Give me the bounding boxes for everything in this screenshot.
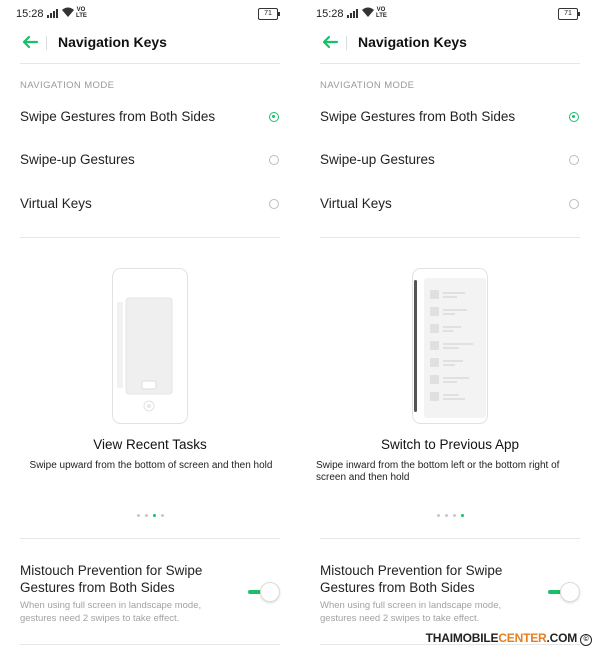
page-dot <box>160 514 164 517</box>
illustration-caption: View Recent Tasks <box>93 437 207 452</box>
header-divider <box>320 63 580 64</box>
radio-unselected[interactable] <box>269 155 279 165</box>
illustration-description: Swipe inward from the bottom left or the… <box>316 460 560 483</box>
mistouch-title: Mistouch Prevention for Swipe Gestures f… <box>320 563 503 595</box>
page-title: Navigation Keys <box>58 34 167 50</box>
option-swipe-up[interactable]: Swipe-up Gestures <box>0 140 300 180</box>
option-label: Swipe-up Gestures <box>20 152 135 167</box>
illustration-description: Swipe upward from the bottom of screen a… <box>29 460 273 471</box>
copyright-icon: © <box>580 634 592 646</box>
toggle-knob <box>260 582 280 602</box>
top-bar: Navigation Keys <box>300 28 600 58</box>
page-dot <box>444 514 448 517</box>
radio-selected[interactable] <box>269 112 279 122</box>
status-time: 15:28 <box>316 8 344 20</box>
screen-right: 15:28 VO LTE 71 Navigation Keys NAVIGATI… <box>300 0 600 650</box>
option-swipe-both-sides[interactable]: Swipe Gestures from Both Sides <box>300 97 600 137</box>
signal-icon <box>47 9 58 18</box>
page-dot <box>452 514 456 517</box>
mistouch-toggle[interactable] <box>248 582 280 602</box>
mistouch-divider <box>20 538 280 539</box>
watermark-part3: .COM <box>546 631 577 645</box>
mistouch-description: When using full screen in landscape mode… <box>20 600 202 624</box>
mistouch-divider <box>320 538 580 539</box>
option-swipe-up[interactable]: Swipe-up Gestures <box>300 140 600 180</box>
option-label: Swipe Gestures from Both Sides <box>20 109 216 124</box>
page-indicator <box>300 514 600 520</box>
screen-left: 15:28 VO LTE 71 Navigation Keys NAVIGATI… <box>0 0 300 650</box>
mistouch-toggle[interactable] <box>548 582 580 602</box>
bottom-divider <box>20 644 280 645</box>
page-title: Navigation Keys <box>358 34 467 50</box>
top-bar: Navigation Keys <box>0 28 300 58</box>
page-indicator <box>0 514 300 520</box>
header-divider <box>20 63 280 64</box>
title-divider <box>46 36 47 50</box>
back-arrow-icon[interactable] <box>20 32 40 52</box>
option-label: Swipe-up Gestures <box>320 152 435 167</box>
radio-unselected[interactable] <box>569 155 579 165</box>
watermark: THAIMOBILECENTER.COM © <box>426 631 592 646</box>
radio-unselected[interactable] <box>569 199 579 209</box>
previous-app-illustration <box>412 268 488 424</box>
mistouch-description: When using full screen in landscape mode… <box>320 600 502 624</box>
option-virtual-keys[interactable]: Virtual Keys <box>0 184 300 224</box>
options-divider <box>320 237 580 238</box>
battery-icon: 71 <box>258 8 280 20</box>
status-bar: 15:28 VO LTE 71 <box>316 6 586 22</box>
page-dot-active <box>152 514 156 517</box>
battery-icon: 71 <box>558 8 580 20</box>
option-label: Swipe Gestures from Both Sides <box>320 109 516 124</box>
mistouch-title: Mistouch Prevention for Swipe Gestures f… <box>20 563 203 595</box>
volte-indicator: VO LTE <box>76 7 87 19</box>
wifi-icon <box>362 7 374 17</box>
page-dot <box>136 514 140 517</box>
option-label: Virtual Keys <box>320 196 392 211</box>
page-dot <box>436 514 440 517</box>
option-label: Virtual Keys <box>20 196 92 211</box>
page-dot-active <box>460 514 464 517</box>
status-time: 15:28 <box>16 8 44 20</box>
options-divider <box>20 237 280 238</box>
volte-indicator: VO LTE <box>376 7 387 19</box>
back-arrow-icon[interactable] <box>320 32 340 52</box>
watermark-part2: CENTER <box>498 631 547 645</box>
radio-selected[interactable] <box>569 112 579 122</box>
option-swipe-both-sides[interactable]: Swipe Gestures from Both Sides <box>0 97 300 137</box>
watermark-part1: THAIMOBILE <box>425 631 499 645</box>
page-dot <box>144 514 148 517</box>
status-bar: 15:28 VO LTE 71 <box>16 6 286 22</box>
title-divider <box>346 36 347 50</box>
option-virtual-keys[interactable]: Virtual Keys <box>300 184 600 224</box>
toggle-knob <box>560 582 580 602</box>
wifi-icon <box>62 7 74 17</box>
signal-icon <box>347 9 358 18</box>
section-label: NAVIGATION MODE <box>320 80 415 91</box>
radio-unselected[interactable] <box>269 199 279 209</box>
section-label: NAVIGATION MODE <box>20 80 115 91</box>
illustration-caption: Switch to Previous App <box>380 437 520 452</box>
recent-tasks-illustration <box>112 268 188 424</box>
